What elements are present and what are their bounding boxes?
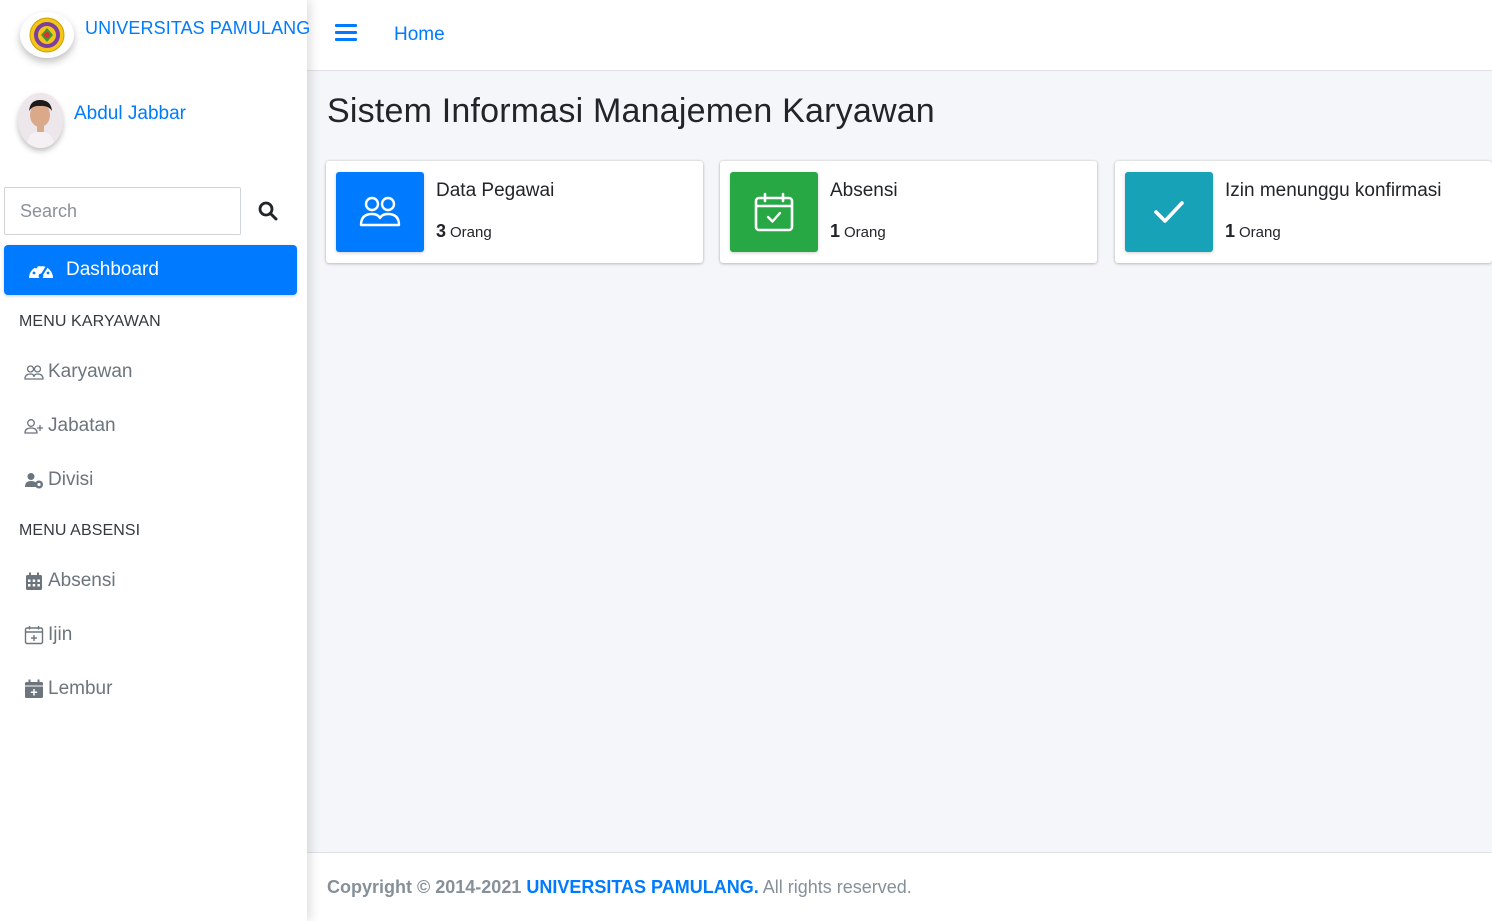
sidebar-item-label: Divisi <box>48 469 94 490</box>
sidebar-item-jabatan[interactable]: Jabatan <box>23 411 116 441</box>
page-title: Sistem Informasi Manajemen Karyawan <box>327 92 935 130</box>
section-header-karyawan: MENU KARYAWAN <box>19 313 161 330</box>
user-avatar <box>18 93 63 148</box>
check-icon <box>1125 172 1213 252</box>
sidebar-item-lembur[interactable]: Lembur <box>23 674 112 704</box>
card-title: Izin menunggu konfirmasi <box>1225 180 1442 201</box>
sidebar-item-absensi[interactable]: Absensi <box>23 566 116 596</box>
card-count: 3 <box>436 221 447 241</box>
stat-card-izin[interactable]: Izin menunggu konfirmasi 1 Orang <box>1115 161 1492 263</box>
calendar-icon <box>23 570 45 592</box>
card-value: 1 Orang <box>1225 221 1281 242</box>
card-unit: Orang <box>844 224 886 241</box>
footer: Copyright © 2014-2021 UNIVERSITAS PAMULA… <box>307 852 1492 921</box>
section-header-absensi: MENU ABSENSI <box>19 522 141 539</box>
calendar-plus-filled-icon <box>23 678 45 700</box>
stat-card-data-pegawai[interactable]: Data Pegawai 3 Orang <box>326 161 703 263</box>
sidebar-item-label: Dashboard <box>66 259 159 280</box>
sidebar-item-label: Lembur <box>48 678 113 699</box>
sidebar-item-label: Jabatan <box>48 415 116 436</box>
sidebar-item-label: Karyawan <box>48 361 133 382</box>
users-icon <box>23 361 45 383</box>
stat-card-absensi[interactable]: Absensi 1 Orang <box>720 161 1097 263</box>
sidebar-item-karyawan[interactable]: Karyawan <box>23 357 133 387</box>
user-plus-icon <box>23 415 45 437</box>
card-value: 3 Orang <box>436 221 492 242</box>
footer-brand-link[interactable]: UNIVERSITAS PAMULANG. <box>526 877 758 897</box>
people-icon <box>336 172 424 252</box>
card-title: Data Pegawai <box>436 180 555 201</box>
footer-copyright: Copyright © 2014-2021 <box>327 877 522 897</box>
calendar-check-icon <box>730 172 818 252</box>
sidebar-item-label: Ijin <box>48 624 73 645</box>
search-icon <box>258 201 278 221</box>
sidebar-item-ijin[interactable]: Ijin <box>23 620 72 650</box>
user-panel[interactable]: Abdul Jabbar <box>18 93 186 148</box>
user-cog-icon <box>23 469 45 491</box>
card-title: Absensi <box>830 180 898 201</box>
search-button[interactable] <box>253 196 283 226</box>
card-unit: Orang <box>1239 224 1281 241</box>
card-count: 1 <box>830 221 841 241</box>
footer-rights: All rights reserved. <box>762 877 912 897</box>
card-unit: Orang <box>450 224 492 241</box>
calendar-plus-icon <box>23 624 45 646</box>
brand-link[interactable]: UNIVERSITAS PAMULANG <box>20 10 310 60</box>
dashboard-icon <box>29 263 53 279</box>
top-navbar: Home <box>307 0 1492 71</box>
user-name[interactable]: Abdul Jabbar <box>74 103 186 125</box>
sidebar: UNIVERSITAS PAMULANG Abdul Jabbar Search… <box>0 0 310 921</box>
card-count: 1 <box>1225 221 1236 241</box>
hamburger-icon[interactable] <box>335 24 357 46</box>
brand-name: UNIVERSITAS PAMULANG <box>85 18 311 38</box>
search-input[interactable] <box>4 187 241 235</box>
sidebar-item-divisi[interactable]: Divisi <box>23 465 93 495</box>
card-value: 1 Orang <box>830 221 886 242</box>
nav-home-link[interactable]: Home <box>394 24 445 46</box>
university-seal-icon <box>20 12 74 58</box>
sidebar-item-dashboard[interactable]: Dashboard <box>4 245 297 295</box>
sidebar-item-label: Absensi <box>48 570 116 591</box>
